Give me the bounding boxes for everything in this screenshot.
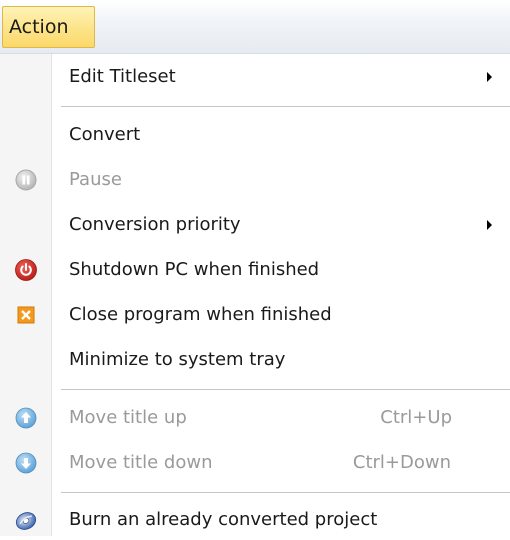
disc-burn-icon [15, 509, 37, 531]
menu-action[interactable]: Action [2, 6, 95, 48]
menu-item-label: Conversion priority [69, 214, 241, 235]
menu-item-move-title-down[interactable]: Move title down Ctrl+Down [0, 443, 510, 483]
menu-item-label: Minimize to system tray [69, 349, 286, 370]
menu-item-label: Convert [69, 124, 141, 145]
menu-item-shutdown-pc[interactable]: Shutdown PC when finished [0, 250, 510, 290]
menu-separator [61, 389, 510, 391]
arrow-down-icon [15, 452, 37, 474]
menu-item-move-title-up[interactable]: Move title up Ctrl+Up [0, 398, 510, 438]
menu-item-convert[interactable]: Convert [0, 115, 510, 155]
arrow-up-icon [15, 407, 37, 429]
power-icon [15, 259, 37, 281]
close-x-icon [15, 304, 37, 326]
menu-item-conversion-priority[interactable]: Conversion priority [0, 205, 510, 245]
pause-icon [15, 169, 37, 191]
shortcut-label: Ctrl+Down [352, 452, 451, 473]
menu-item-close-program[interactable]: Close program when finished [0, 295, 510, 335]
action-dropdown-menu: Edit Titleset Convert Pause Conversion p… [0, 54, 510, 536]
menu-item-label: Move title down [69, 452, 213, 473]
submenu-arrow-icon [487, 72, 492, 82]
menu-item-pause[interactable]: Pause [0, 160, 510, 200]
menu-item-label: Edit Titleset [69, 66, 176, 87]
menu-separator [61, 106, 510, 108]
menu-item-edit-titleset[interactable]: Edit Titleset [0, 57, 510, 97]
shortcut-label: Ctrl+Up [380, 407, 452, 428]
menu-separator [61, 492, 510, 494]
menu-item-minimize-tray[interactable]: Minimize to system tray [0, 340, 510, 380]
menu-item-label: Shutdown PC when finished [69, 259, 320, 280]
menu-bar: Action [0, 0, 510, 54]
menu-item-label: Move title up [69, 407, 187, 428]
menu-item-label: Burn an already converted project [69, 509, 378, 530]
menu-item-burn-project[interactable]: Burn an already converted project [0, 500, 510, 540]
menu-item-label: Close program when finished [69, 304, 332, 325]
submenu-arrow-icon [487, 220, 492, 230]
menu-item-label: Pause [69, 169, 122, 190]
